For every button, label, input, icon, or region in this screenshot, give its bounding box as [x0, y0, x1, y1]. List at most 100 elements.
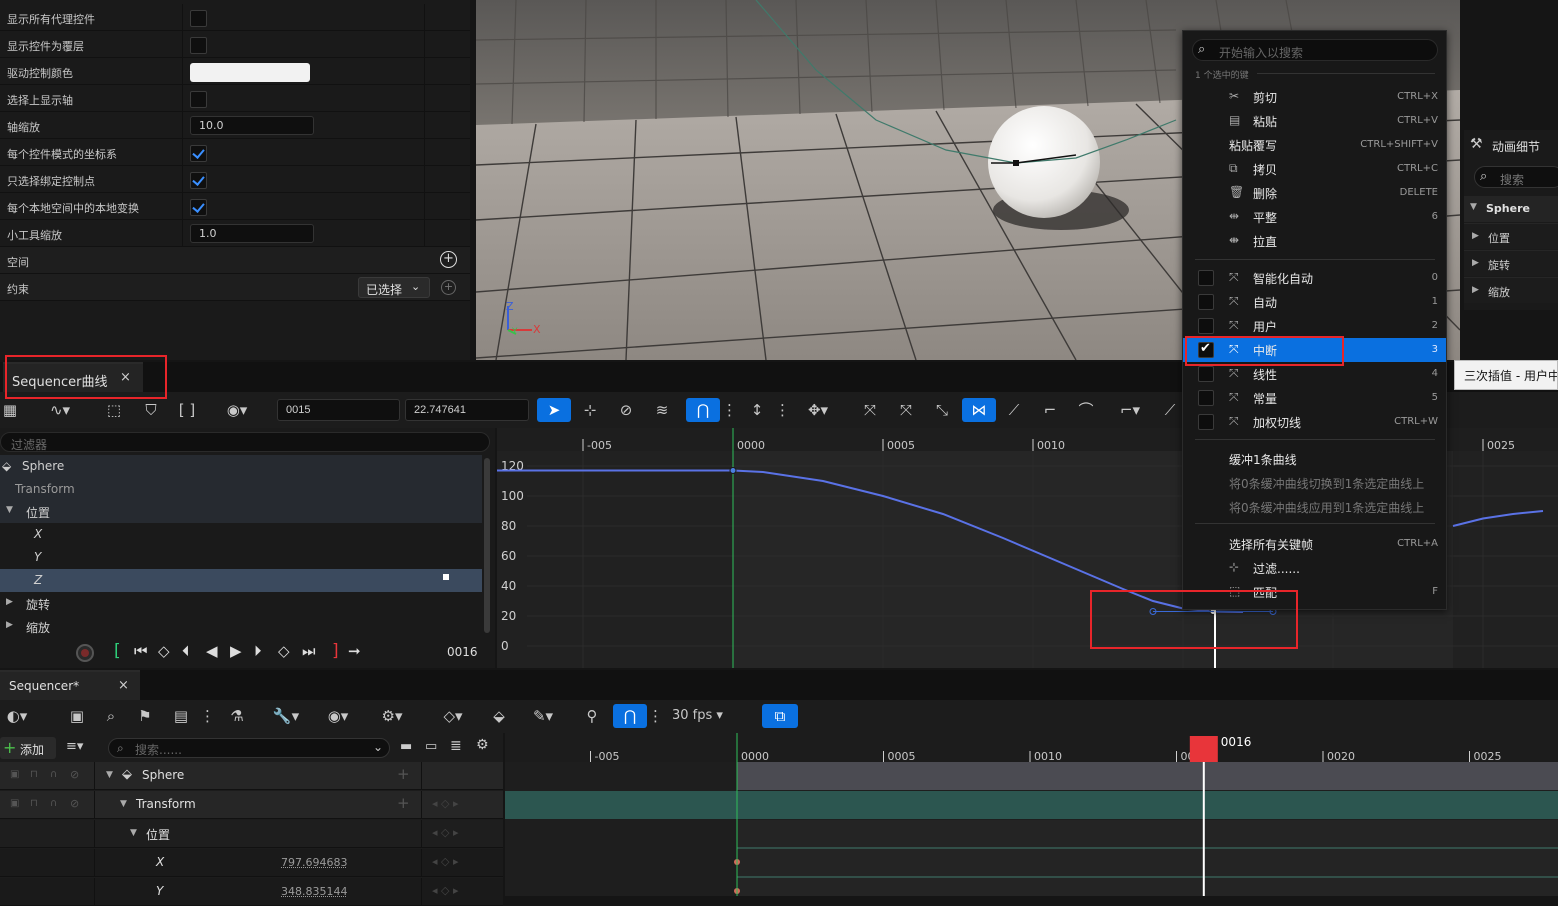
more-icon-2[interactable]: ⋮ — [775, 398, 789, 422]
anim-property-row[interactable]: ▶ 旋转 — [1464, 250, 1558, 276]
more-icon-2[interactable]: ⋮ — [648, 704, 662, 728]
menu-item-interp[interactable]: ⤧ 常量 5 — [1183, 386, 1446, 410]
property-checkbox[interactable] — [190, 91, 207, 108]
mute-icon[interactable]: ⊘ — [70, 768, 79, 781]
key-nav-icons[interactable]: ◂ ◇ ▸ — [432, 884, 459, 897]
pencil-icon[interactable]: ✎▾ — [524, 704, 562, 728]
menu-item-interp[interactable]: ⤧ 自动 1 — [1183, 290, 1446, 314]
curve-tree-row[interactable]: Y — [0, 546, 482, 569]
curve-tree-row[interactable]: ▶ 缩放 — [0, 615, 482, 638]
auto-tangent-icon[interactable]: ⤧ — [894, 398, 918, 422]
menu-item-edit[interactable]: ⧉ 拷贝 CTRL+C — [1183, 157, 1446, 181]
fps-dropdown[interactable]: 30 fps ▾ — [672, 704, 742, 728]
key-nav-icons[interactable]: ◂ ◇ ▸ — [432, 855, 459, 868]
next-frame-icon[interactable]: ⏵ — [254, 642, 262, 660]
menu-checkbox[interactable] — [1198, 294, 1214, 310]
menu-item-edit[interactable]: ⇹ 平整 6 — [1183, 205, 1446, 229]
number-field[interactable]: 10.0 — [190, 116, 314, 135]
jump-end-icon[interactable]: ⏭ — [302, 642, 316, 660]
clapper-icon[interactable]: ▤ — [170, 704, 192, 728]
expand-arrow-icon[interactable]: ▼ — [106, 770, 113, 780]
curve-view-icon[interactable]: ∿▾ — [42, 398, 78, 422]
property-checkbox[interactable] — [190, 145, 207, 162]
key-nav-icons[interactable]: ◂ ◇ ▸ — [432, 826, 459, 839]
auto-key-icon[interactable]: ⬙ — [486, 704, 512, 728]
collapse-icon[interactable]: ▬ — [400, 739, 412, 754]
add-icon[interactable]: + — [397, 794, 410, 812]
property-checkbox[interactable] — [190, 37, 207, 54]
world-icon[interactable]: ◐▾ — [0, 704, 34, 728]
headphones-icon[interactable]: ∩ — [50, 769, 57, 780]
select-tool-icon[interactable]: ➤ — [537, 398, 571, 422]
playhead-handle[interactable] — [1190, 736, 1218, 762]
menu-item-interp[interactable]: ⤧ 用户 2 — [1183, 314, 1446, 338]
camera-icon[interactable]: ⚑ — [134, 704, 156, 728]
menu-item-interp[interactable]: ⤧ 加权切线 CTRL+W — [1183, 410, 1446, 434]
jump-start-icon[interactable]: ⏮ — [134, 642, 148, 660]
property-checkbox[interactable] — [190, 172, 207, 189]
property-checkbox[interactable] — [190, 199, 207, 216]
eye-icon[interactable]: ◉▾ — [217, 398, 257, 422]
property-checkbox[interactable] — [190, 10, 207, 27]
gear-icon[interactable]: ⚙▾ — [372, 704, 412, 728]
key-icon[interactable]: ◇▾ — [434, 704, 472, 728]
menu-item-edit[interactable]: 粘贴覆写 CTRL+SHIFT+V — [1183, 133, 1446, 157]
record-button[interactable] — [76, 644, 94, 662]
fit-view-icon[interactable]: [ ] — [176, 398, 198, 422]
filter-input[interactable]: 过滤器 — [0, 432, 490, 452]
constant-icon[interactable]: ⌐ — [1038, 398, 1062, 422]
frame-input[interactable] — [277, 399, 400, 421]
expand-arrow-icon[interactable]: ▼ — [130, 828, 137, 838]
curve-tree-row[interactable]: ▼ 位置 — [0, 500, 482, 523]
menu-item-edit[interactable]: 🗑 删除 DELETE — [1183, 181, 1446, 205]
key-nav-icons[interactable]: ◂ ◇ ▸ — [432, 797, 459, 810]
headphones-icon[interactable]: ∩ — [50, 798, 57, 809]
timeline-ruler[interactable] — [505, 733, 1558, 762]
anim-property-row[interactable]: ▶ 位置 — [1464, 223, 1558, 249]
straighten-icon[interactable]: ⟋ — [1160, 398, 1180, 422]
sequencer-track-row[interactable]: ▼ 位置 ◂ ◇ ▸ — [0, 820, 503, 848]
menu-item-select-all[interactable]: 选择所有关键帧 CTRL+A — [1183, 532, 1446, 556]
break-tangent-icon[interactable]: ⋈ — [962, 398, 996, 422]
list-icon[interactable]: ≣ — [450, 738, 462, 754]
menu-checkbox[interactable] — [1198, 390, 1214, 406]
gear-icon[interactable]: ⚙ — [476, 737, 489, 753]
anim-property-row[interactable]: ▶ 缩放 — [1464, 277, 1558, 303]
curve-tree-row[interactable]: Z — [0, 569, 482, 592]
number-field[interactable]: 1.0 — [190, 224, 314, 243]
loop-icon[interactable]: ➞ — [348, 642, 361, 660]
color-swatch[interactable] — [190, 63, 310, 82]
frame-selection-icon[interactable]: ⬚ — [103, 398, 125, 422]
more-icon[interactable]: ⋮ — [200, 704, 214, 728]
sequencer-track-row[interactable]: X 797.694683 ◂ ◇ ▸ — [0, 849, 503, 877]
play-icon[interactable]: ▶ — [230, 642, 242, 660]
magnet-icon[interactable]: ⋂ — [686, 398, 720, 422]
more-icon[interactable]: ⋮ — [722, 398, 736, 422]
mute-icon[interactable]: ⊘ — [70, 797, 79, 810]
transform-section-bar[interactable] — [505, 791, 1558, 819]
filter-dropdown-icon[interactable]: ≡▾ — [66, 739, 83, 754]
lock-icon[interactable]: ⊓ — [30, 798, 38, 809]
move-icon[interactable]: ✥▾ — [798, 398, 838, 422]
snap-magnet-icon[interactable]: ⋂ — [613, 704, 647, 728]
sequencer-timeline-svg[interactable]: -0050000000500100015002000250016 — [505, 733, 1558, 896]
add-circle-icon[interactable]: + — [440, 251, 457, 268]
menu-item-buffer[interactable]: 缓冲1条曲线 — [1183, 447, 1446, 471]
range-end-icon[interactable]: ] — [332, 641, 339, 661]
curve-tree-row[interactable]: Transform — [0, 478, 482, 501]
lock-icon[interactable]: ⊓ — [30, 769, 38, 780]
menu-item-edit[interactable]: ▤ 粘贴 CTRL+V — [1183, 109, 1446, 133]
expand-icon[interactable]: ▭ — [425, 739, 437, 754]
track-search-input[interactable]: ⌕ 搜索...... ⌄ — [108, 738, 390, 758]
transform-tool-icon[interactable]: ⊹ — [578, 398, 602, 422]
menu-item-filter[interactable]: ⊹ 过滤...... — [1183, 556, 1446, 580]
retime-tool-icon[interactable]: ⊘ — [614, 398, 638, 422]
pin-icon[interactable]: ▣ — [10, 798, 19, 809]
pin-icon[interactable]: ▣ — [10, 769, 19, 780]
close-icon[interactable]: × — [118, 678, 129, 693]
sphere-section-bar[interactable] — [737, 762, 1558, 790]
sequencer-track-row[interactable]: ▣ ⊓ ∩ ⊘ ▼ Transform + ◂ ◇ ▸ — [0, 791, 503, 819]
menu-checkbox[interactable] — [1198, 366, 1214, 382]
add-constraint-icon[interactable]: + — [441, 280, 456, 295]
menu-search-input[interactable]: ⌕ 开始输入以搜索 — [1192, 39, 1438, 61]
